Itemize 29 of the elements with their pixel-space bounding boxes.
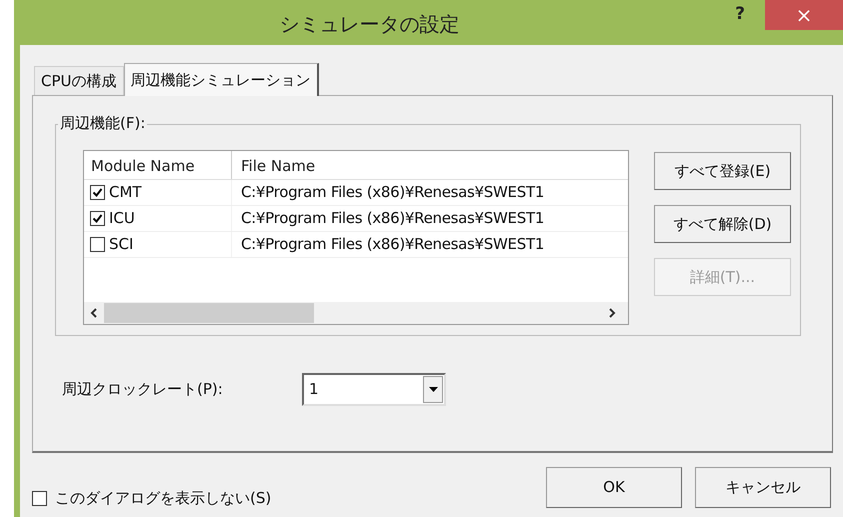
column-header[interactable]: File Name bbox=[232, 151, 628, 179]
dont-show-checkbox[interactable] bbox=[32, 490, 47, 506]
horizontal-scrollbar[interactable] bbox=[84, 302, 628, 324]
clock-rate-label: 周辺クロックレート(P): bbox=[62, 379, 224, 400]
row-checkbox[interactable] bbox=[90, 211, 105, 226]
dialog-button[interactable]: OK bbox=[546, 466, 682, 508]
clock-rate-dropdown[interactable]: 1 bbox=[302, 373, 446, 406]
dont-show-label: このダイアログを表示しない(S) bbox=[55, 488, 272, 509]
table-cell-text: CMT bbox=[109, 182, 142, 204]
table-cell-text: ICU bbox=[109, 208, 135, 230]
close-button[interactable]: × bbox=[765, 0, 843, 30]
action-button[interactable]: すべて登録(E) bbox=[654, 152, 791, 190]
window-title: シミュレータの設定 bbox=[278, 11, 460, 38]
table-cell-text: C:¥Program Files (x86)¥Renesas¥SWEST1 bbox=[241, 182, 544, 204]
column-header[interactable]: Module Name bbox=[84, 151, 232, 179]
scroll-right-icon[interactable] bbox=[608, 308, 616, 318]
action-button[interactable]: すべて解除(D) bbox=[654, 205, 791, 243]
scrollbar-thumb[interactable] bbox=[104, 303, 314, 323]
tab[interactable]: 周辺機能シミュレーション bbox=[124, 63, 318, 96]
row-checkbox[interactable] bbox=[90, 185, 105, 200]
dropdown-arrow-icon[interactable] bbox=[428, 387, 438, 392]
table-cell-text: SCI bbox=[109, 234, 134, 256]
table-cell-text: C:¥Program Files (x86)¥Renesas¥SWEST1 bbox=[241, 234, 544, 256]
help-button[interactable]: ? bbox=[725, 0, 755, 30]
dialog-button[interactable]: キャンセル bbox=[695, 466, 831, 508]
row-checkbox[interactable] bbox=[90, 237, 105, 252]
tab[interactable]: CPUの構成 bbox=[34, 66, 124, 95]
scroll-left-icon[interactable] bbox=[90, 308, 98, 318]
table-cell-text: C:¥Program Files (x86)¥Renesas¥SWEST1 bbox=[241, 208, 544, 230]
